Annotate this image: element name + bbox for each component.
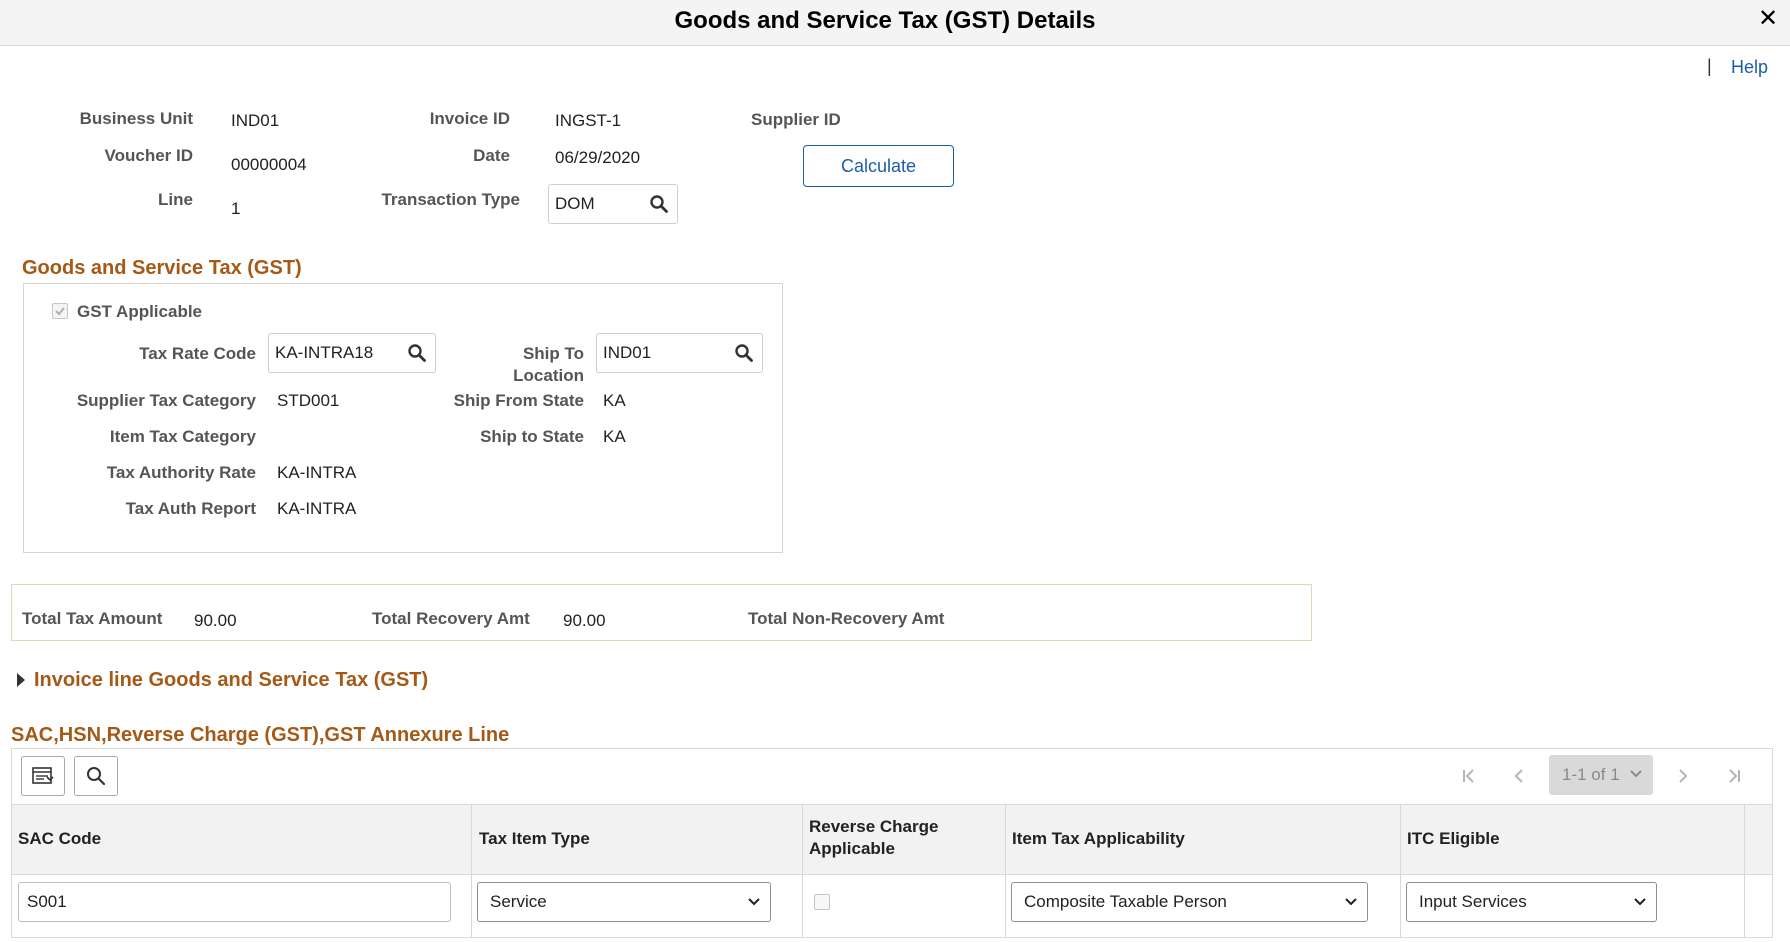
tax-item-type-select[interactable]: Service <box>477 882 771 922</box>
last-page-icon[interactable] <box>1721 763 1747 789</box>
page-title: Goods and Service Tax (GST) Details <box>674 7 1096 34</box>
total-recovery-amt-value: 90.00 <box>563 611 606 630</box>
reverse-charge-checkbox[interactable] <box>814 894 830 910</box>
sac-code-input[interactable] <box>18 882 451 922</box>
column-divider <box>1005 804 1006 938</box>
tax-authority-rate-label: Tax Authority Rate <box>106 463 256 482</box>
tax-rate-code-label: Tax Rate Code <box>139 344 256 363</box>
transaction-type-field <box>548 184 678 224</box>
modal-header: Goods and Service Tax (GST) Details ✕ <box>0 0 1790 46</box>
item-tax-category-label: Item Tax Category <box>109 427 256 446</box>
column-divider <box>471 804 472 938</box>
line-label: Line <box>158 190 193 209</box>
date-label: Date <box>473 146 510 165</box>
chevron-down-icon <box>1344 884 1358 934</box>
page-range-select[interactable]: 1-1 of 1 <box>1549 755 1653 795</box>
ship-to-location-field <box>596 333 763 373</box>
first-page-icon[interactable] <box>1456 763 1482 789</box>
chevron-down-icon <box>1629 755 1643 795</box>
col-sac-code: SAC Code <box>18 829 102 848</box>
item-tax-applicability-select[interactable]: Composite Taxable Person <box>1011 882 1368 922</box>
ship-to-state-label: Ship to State <box>480 427 584 446</box>
personalize-grid-button[interactable] <box>21 756 65 796</box>
ship-to-location-label-2: Location <box>513 366 584 385</box>
date-value: 06/29/2020 <box>555 148 641 167</box>
line-value: 1 <box>231 199 241 218</box>
search-icon[interactable] <box>399 334 435 372</box>
column-divider <box>1744 804 1745 938</box>
voucher-id-value: 00000004 <box>231 155 307 174</box>
ship-to-location-input[interactable] <box>597 334 727 372</box>
ship-to-location-label-1: Ship To <box>522 344 584 363</box>
transaction-type-label: Transaction Type <box>381 190 520 209</box>
gst-section-title: Goods and Service Tax (GST) <box>22 257 302 279</box>
search-icon <box>87 767 106 786</box>
expand-triangle-icon[interactable] <box>16 672 28 688</box>
grid-title: SAC,HSN,Reverse Charge (GST),GST Annexur… <box>11 724 510 746</box>
voucher-id-label: Voucher ID <box>104 146 193 165</box>
col-itc-eligible: ITC Eligible <box>1407 829 1500 848</box>
business-unit-label: Business Unit <box>79 109 193 128</box>
invoice-id-value: INGST-1 <box>555 111 622 130</box>
grid-search-button[interactable] <box>74 756 118 796</box>
prev-page-icon[interactable] <box>1506 763 1532 789</box>
item-tax-applicability-value: Composite Taxable Person <box>1024 892 1227 911</box>
page-range-label: 1-1 of 1 <box>1562 765 1620 784</box>
col-reverse-charge-1: Reverse Charge <box>809 817 939 836</box>
column-divider <box>802 804 803 938</box>
grid-personalize-icon <box>32 767 54 784</box>
gst-applicable-label: GST Applicable <box>77 302 203 321</box>
transaction-type-input[interactable] <box>549 185 643 223</box>
ship-from-state-label: Ship From State <box>453 391 584 410</box>
tax-auth-report-value: KA-INTRA <box>277 499 357 518</box>
next-page-icon[interactable] <box>1670 763 1696 789</box>
chevron-down-icon <box>1633 884 1647 934</box>
col-item-tax-applicability: Item Tax Applicability <box>1012 829 1185 848</box>
total-tax-amount-value: 90.00 <box>194 611 237 630</box>
help-link[interactable]: Help <box>1731 57 1768 78</box>
tax-item-type-value: Service <box>490 892 547 911</box>
tax-authority-rate-value: KA-INTRA <box>277 463 357 482</box>
chevron-down-icon <box>747 884 761 934</box>
ship-from-state-value: KA <box>603 391 626 410</box>
gst-applicable-checkbox[interactable] <box>52 303 68 319</box>
col-tax-item-type: Tax Item Type <box>479 829 590 848</box>
tax-rate-code-input[interactable] <box>269 334 399 372</box>
total-nonrecovery-amt-label: Total Non-Recovery Amt <box>748 609 945 628</box>
checkmark-icon <box>55 307 65 316</box>
supplier-tax-category-value: STD001 <box>277 391 340 410</box>
col-reverse-charge-2: Applicable <box>809 839 895 858</box>
itc-eligible-value: Input Services <box>1419 892 1527 911</box>
search-icon[interactable] <box>726 334 762 372</box>
business-unit-value: IND01 <box>231 111 280 130</box>
tax-rate-code-field <box>268 333 436 373</box>
column-divider <box>1400 804 1401 938</box>
total-recovery-amt-label: Total Recovery Amt <box>372 609 530 628</box>
itc-eligible-select[interactable]: Input Services <box>1406 882 1657 922</box>
supplier-id-label: Supplier ID <box>751 110 841 129</box>
close-icon[interactable]: ✕ <box>1756 7 1780 31</box>
invoice-id-label: Invoice ID <box>429 109 510 128</box>
invoice-line-gst-toggle[interactable]: Invoice line Goods and Service Tax (GST) <box>34 669 428 692</box>
help-separator: | <box>1707 56 1712 76</box>
total-tax-amount-label: Total Tax Amount <box>22 609 163 628</box>
search-icon[interactable] <box>641 185 677 223</box>
ship-to-state-value: KA <box>603 427 626 446</box>
supplier-tax-category-label: Supplier Tax Category <box>76 391 256 410</box>
tax-auth-report-label: Tax Auth Report <box>125 499 256 518</box>
calculate-button[interactable]: Calculate <box>803 145 954 187</box>
